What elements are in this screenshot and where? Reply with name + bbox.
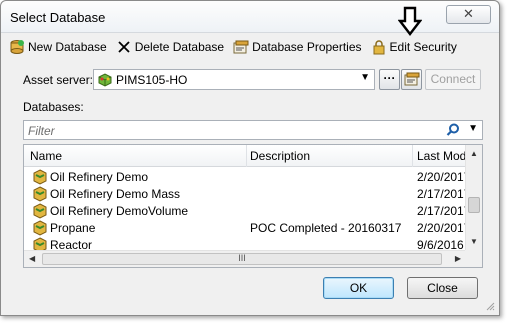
server-properties-icon [404,72,419,86]
new-database-icon [10,40,24,54]
filter-input[interactable]: Filter ▼ [23,120,483,140]
server-icon [98,73,112,87]
filter-dropdown-icon[interactable]: ▼ [468,123,478,134]
databases-label: Databases: [23,100,84,114]
vertical-scrollbar[interactable]: ▲ ▼ [465,145,482,250]
search-icon[interactable] [446,123,460,137]
asset-server-label: Asset server: [23,73,94,87]
database-properties-button[interactable]: Database Properties [233,39,362,55]
select-database-dialog: Select Database ✕ New Database Delete Da… [0,0,500,316]
filter-placeholder: Filter [28,124,55,138]
scroll-down-icon[interactable]: ▼ [470,237,478,246]
column-header-name[interactable]: Name [30,149,62,163]
new-database-label: New Database [28,40,107,54]
database-name: Oil Refinery Demo Mass [50,187,181,201]
databases-list: Name Description Last Modi Oil Refinery … [23,144,483,268]
toolbar: New Database Delete Database Database Pr… [9,37,489,57]
database-icon [33,220,47,236]
scroll-right-icon[interactable]: ▶ [455,254,461,263]
scroll-left-icon[interactable]: ◀ [29,254,35,263]
dialog-title: Select Database [10,10,106,25]
list-row-oil-refinery-demo-mass[interactable]: Oil Refinery Demo Mass 2/17/2017 [24,186,470,203]
connect-button[interactable]: Connect [425,69,481,90]
column-divider[interactable] [246,145,247,167]
vertical-scroll-thumb[interactable] [468,197,480,213]
database-last-modified: 2/17/2017 [417,187,471,201]
asset-server-select[interactable]: PIMS105-HO ▼ [93,69,375,90]
server-properties-button[interactable] [401,69,422,90]
list-row-oil-refinery-demo[interactable]: Oil Refinery Demo 2/20/2017 [24,169,470,186]
lock-icon [373,40,385,55]
database-description: POC Completed - 20160317 [250,221,402,235]
database-icon [33,203,47,219]
horizontal-scroll-thumb[interactable]: III [42,253,442,265]
browse-servers-button[interactable]: ··· [379,69,400,90]
delete-x-icon [118,41,130,53]
database-icon [33,186,47,202]
list-row-propane[interactable]: Propane POC Completed - 20160317 2/20/20… [24,220,470,237]
delete-database-label: Delete Database [134,40,225,54]
delete-database-button[interactable]: Delete Database [116,39,224,55]
scroll-corner [465,250,482,267]
list-header: Name Description Last Modi [24,145,469,167]
database-properties-label: Database Properties [252,40,362,54]
ok-button[interactable]: OK [323,277,394,299]
database-icon [33,169,47,185]
resize-grip-icon[interactable] [485,301,495,311]
edit-security-label: Edit Security [389,40,457,54]
column-divider[interactable] [412,145,413,167]
column-header-last-modified[interactable]: Last Modi [417,149,469,163]
annotation-arrow-down-icon [398,6,422,36]
list-row-oil-refinery-demovolume[interactable]: Oil Refinery DemoVolume 2/17/2017 [24,203,470,220]
database-name: Oil Refinery Demo [50,170,149,184]
database-last-modified: 2/17/2017 [417,204,471,218]
database-name: Oil Refinery DemoVolume [50,204,189,218]
close-button[interactable]: Close [407,277,478,299]
close-window-button[interactable]: ✕ [446,5,491,24]
database-last-modified: 2/20/2017 [417,170,471,184]
column-header-description[interactable]: Description [250,149,310,163]
scroll-up-icon[interactable]: ▲ [470,149,478,158]
horizontal-scrollbar[interactable]: ◀ III ▶ [24,250,466,267]
database-last-modified: 2/20/2017 [417,221,471,235]
edit-security-button[interactable]: Edit Security [371,39,457,55]
new-database-button[interactable]: New Database [9,39,107,55]
database-name: Propane [50,221,96,235]
title-bar: Select Database ✕ [1,1,499,33]
chevron-down-icon[interactable]: ▼ [360,72,370,83]
asset-server-value: PIMS105-HO [116,73,188,87]
database-properties-icon [233,40,249,54]
